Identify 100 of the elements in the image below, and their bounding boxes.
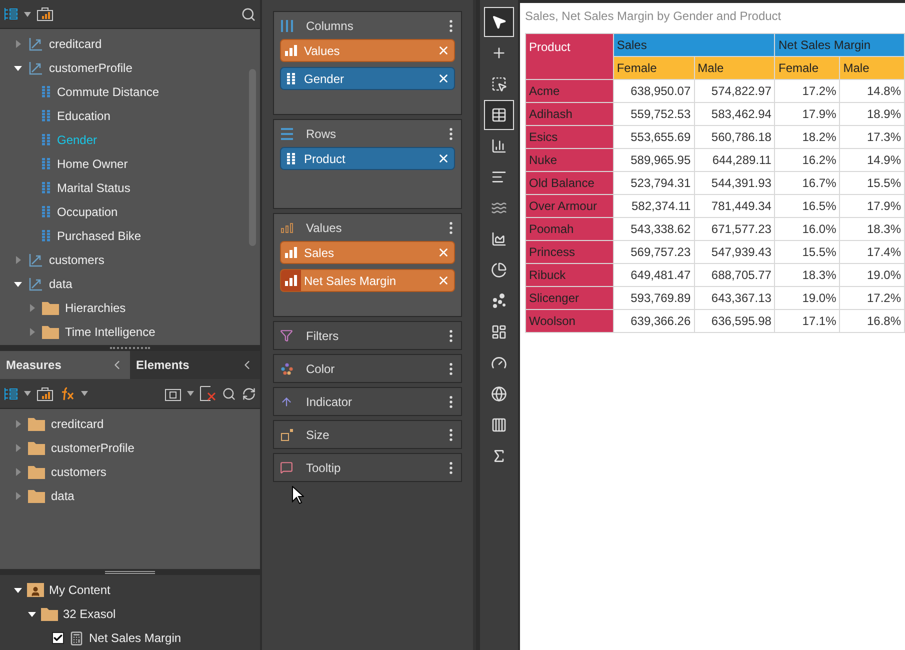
dropdown-arrow-icon[interactable] [187,391,194,396]
tree-view-icon[interactable] [4,8,18,20]
table-cell: 636,595.98 [694,310,775,332]
drop-zone[interactable]: Rows Product [273,119,462,209]
tree-item[interactable]: Gender [57,131,98,149]
collapse-arrow-icon[interactable] [28,610,36,618]
tree-item[interactable]: Commute Distance [57,83,160,101]
delete-icon[interactable] [200,386,216,401]
tool-button[interactable] [484,100,514,130]
field-chip[interactable]: Gender [280,67,455,90]
tree-item[interactable]: customerProfile [49,59,132,77]
axis-icon [28,252,43,268]
tree-item[interactable]: creditcard [49,35,102,53]
tree-item[interactable]: My Content [49,581,110,599]
collapse-arrow-icon[interactable] [14,64,22,72]
close-icon[interactable] [437,246,450,259]
tree-item[interactable]: creditcard [51,415,104,433]
tree-item[interactable]: Net Sales Margin [89,629,182,647]
table-cell: 15.5% [774,240,840,264]
search-icon[interactable] [241,6,256,22]
briefcase-chart-icon[interactable] [37,7,53,21]
tree-view-icon[interactable] [4,388,18,400]
collapse-arrow-icon[interactable] [14,280,22,288]
size-icon [280,428,292,440]
collapse-arrow-icon[interactable] [14,586,22,594]
tree-item[interactable]: Time Intelligence [65,323,156,341]
tree-item[interactable]: customerProfile [51,439,134,457]
table-cell: 16.8% [840,310,904,332]
field-chip[interactable]: Product [280,147,455,170]
table-cell: 14.8% [840,80,904,102]
column-chart-icon [491,138,507,154]
table-cell: 17.3% [840,126,904,148]
tree-item[interactable]: Education [57,107,110,125]
table-icon [491,107,507,123]
pointer-icon [491,14,507,30]
row-header-cell: Woolson [526,310,614,332]
table-cell: 574,822.97 [694,80,775,102]
area-chart-icon [491,231,507,247]
drop-zone[interactable]: Tooltip [273,453,462,482]
tree-item[interactable]: Purchased Bike [57,227,142,245]
close-icon[interactable] [437,72,450,85]
column-header-cell: Male [840,56,904,80]
folder-icon [28,417,45,431]
tree-item[interactable]: 32 Exasol [63,605,116,623]
drop-zone[interactable]: Filters [273,321,462,350]
row-header-cell: Esics [526,126,614,148]
close-icon[interactable] [437,274,450,287]
dropdown-arrow-icon[interactable] [81,391,88,396]
speech-bubble-icon [280,461,293,474]
bar-chart-icon [491,169,507,185]
panel-tab[interactable]: Measures [0,351,130,379]
grid-dots-icon [42,230,51,242]
folder-icon [42,325,59,339]
tree-item[interactable]: Home Owner [57,155,128,173]
drop-zone[interactable]: Values Sales Net Sales Margin [273,213,462,317]
panel-tab[interactable]: Elements [130,351,260,379]
axis-icon [28,60,43,76]
tree-map-icon [491,324,507,340]
row-header-cell: Princess [526,240,614,264]
dropdown-arrow-icon[interactable] [24,12,31,16]
pie-chart-icon [491,262,507,278]
table-cell: 17.2% [774,80,840,102]
arrow-up-icon [280,394,293,408]
drop-zone[interactable]: Indicator [273,387,462,416]
search-icon[interactable] [222,386,236,400]
tree-item[interactable]: Occupation [57,203,118,221]
zone-title: Rows [306,126,338,142]
dropdown-arrow-icon[interactable] [24,391,31,396]
grid-dots-icon [42,110,51,122]
table-cell: 523,794.31 [613,172,694,194]
drop-zone[interactable]: Size [273,420,462,449]
table-cell: 18.3% [774,264,840,286]
tree-item[interactable]: Hierarchies [65,299,126,317]
tree-item[interactable]: data [49,275,72,293]
table-cell: 17.9% [840,194,904,218]
drop-zone[interactable]: Color [273,354,462,383]
tree-item[interactable]: Marital Status [57,179,130,197]
tree-item[interactable]: customers [51,463,106,481]
tree-item[interactable]: customers [49,251,104,269]
tree-item[interactable]: data [51,487,74,505]
table-cell: 14.9% [840,148,904,172]
close-icon[interactable] [437,44,450,57]
function-icon[interactable] [59,386,75,400]
table-cell: 17.1% [774,310,840,332]
table-cell: 18.3% [840,218,904,240]
bars-icon [280,222,292,232]
table-cell: 16.7% [774,172,840,194]
briefcase-chart-icon[interactable] [37,386,53,400]
rows-icon [280,128,292,140]
wave-lines-icon [491,200,507,216]
refresh-icon[interactable] [242,386,256,400]
close-icon[interactable] [437,152,450,165]
table-cell: 560,786.18 [694,126,775,148]
table-cell: 644,289.11 [694,148,775,172]
checkbox[interactable] [52,632,64,644]
drop-zone[interactable]: Columns Values Gender [273,11,462,115]
table-cell: 18.2% [774,126,840,148]
zone-title: Filters [306,328,340,344]
table-cell: 15.5% [840,172,904,194]
tool-button[interactable] [484,7,514,37]
